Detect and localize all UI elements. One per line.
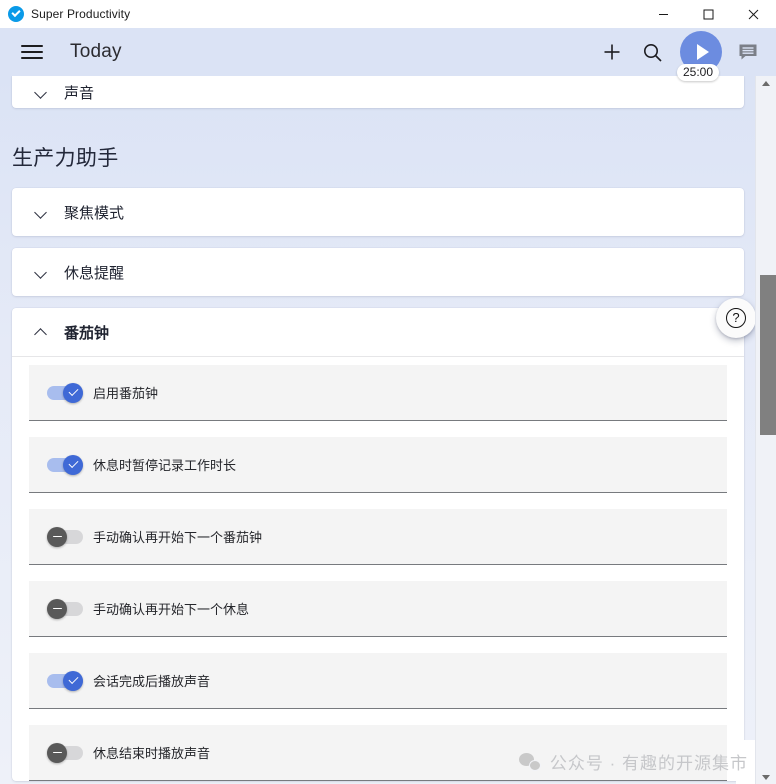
toggle-thumb-check-icon <box>63 454 83 475</box>
hamburger-menu-icon[interactable] <box>12 32 52 72</box>
setting-row-label: 休息时暂停记录工作时长 <box>93 458 237 473</box>
toggle-thumb-minus-icon <box>47 742 67 763</box>
help-button[interactable]: ? <box>716 298 756 338</box>
add-button[interactable] <box>592 32 632 72</box>
page-scrollbar[interactable] <box>755 76 776 784</box>
setting-row-label: 手动确认再开始下一个休息 <box>93 602 250 617</box>
card-header-focus-mode[interactable]: 聚焦模式 <box>12 188 744 236</box>
search-button[interactable] <box>632 32 672 72</box>
minimize-icon <box>659 13 668 15</box>
toggle-switch[interactable] <box>47 742 83 763</box>
toggle-switch[interactable] <box>47 670 83 691</box>
pomodoro-settings-list: 启用番茄钟休息时暂停记录工作时长手动确认再开始下一个番茄钟 手动确认再开始下一个休… <box>12 357 744 781</box>
chevron-up-icon <box>34 325 48 339</box>
toggle-switch[interactable] <box>47 526 83 547</box>
card-header-pomodoro[interactable]: 番茄钟 <box>12 308 744 356</box>
scrollbar-thumb[interactable] <box>760 275 776 435</box>
minimize-button[interactable] <box>641 0 686 28</box>
row-separator <box>29 709 727 725</box>
row-separator <box>29 637 727 653</box>
row-separator <box>29 493 727 509</box>
titlebar-left-group: Super Productivity <box>0 6 130 22</box>
search-icon <box>643 43 662 62</box>
setting-row[interactable]: 会话完成后播放声音 <box>29 653 727 709</box>
settings-card-pomodoro: 番茄钟 启用番茄钟休息时暂停记录工作时长手动确认再开始下一个番茄钟 手动确认再开始… <box>12 308 744 781</box>
maximize-icon <box>703 9 714 19</box>
watermark-backdrop <box>736 740 755 784</box>
scroll-up-arrow-icon[interactable] <box>756 76 776 90</box>
toggle-thumb-minus-icon <box>47 598 67 619</box>
setting-row[interactable]: 休息结束时播放声音 <box>29 725 727 781</box>
card-title-focus-mode: 聚焦模式 <box>64 204 125 222</box>
pomodoro-play-button[interactable]: 25:00 <box>676 28 726 81</box>
setting-row-label: 启用番茄钟 <box>93 386 159 401</box>
toggle-switch[interactable] <box>47 454 83 475</box>
settings-content: 声音 生产力助手 聚焦模式 休息提醒 番茄钟 启用番茄钟 休息时暂停记录工作时长… <box>0 76 756 784</box>
pomodoro-timer-badge: 25:00 <box>677 64 720 81</box>
window-controls <box>641 0 776 28</box>
app-title: Super Productivity <box>31 7 131 21</box>
toggle-switch[interactable] <box>47 382 83 403</box>
check-circle-icon <box>8 6 24 22</box>
app-toolbar: Today 25:00 <box>0 28 776 81</box>
toggle-thumb-minus-icon <box>47 526 67 547</box>
setting-row[interactable]: 启用番茄钟 <box>29 365 727 421</box>
card-header-sound[interactable]: 声音 <box>12 76 744 108</box>
scroll-down-arrow-icon[interactable] <box>756 770 776 784</box>
setting-row[interactable]: 手动确认再开始下一个休息 <box>29 581 727 637</box>
row-separator <box>29 565 727 581</box>
card-title-pomodoro: 番茄钟 <box>64 324 110 342</box>
card-title-break-reminder: 休息提醒 <box>64 264 125 282</box>
card-header-break-reminder[interactable]: 休息提醒 <box>12 248 744 296</box>
notes-button[interactable] <box>728 32 768 72</box>
chevron-down-icon <box>34 85 48 99</box>
maximize-button[interactable] <box>686 0 731 28</box>
notes-icon <box>739 44 757 60</box>
window-titlebar: Super Productivity <box>0 0 776 28</box>
settings-page: 声音 生产力助手 聚焦模式 休息提醒 番茄钟 启用番茄钟 休息时暂停记录工作时长… <box>0 76 776 784</box>
section-title-productivity-helper: 生产力助手 <box>12 147 119 170</box>
settings-card-break-reminder: 休息提醒 <box>12 248 744 296</box>
toggle-thumb-check-icon <box>63 670 83 691</box>
chevron-down-icon <box>34 265 48 279</box>
settings-card-focus-mode: 聚焦模式 <box>12 188 744 236</box>
chevron-down-icon <box>34 205 48 219</box>
application-window: Super Productivity Today 25:00 声音 生产力助手 … <box>0 0 776 784</box>
card-title-sound: 声音 <box>64 84 95 102</box>
page-title: Today <box>70 41 122 62</box>
setting-row[interactable]: 手动确认再开始下一个番茄钟 <box>29 509 727 565</box>
setting-row-label: 会话完成后播放声音 <box>93 674 211 689</box>
toggle-thumb-check-icon <box>63 382 83 403</box>
help-question-icon: ? <box>726 308 746 328</box>
setting-row[interactable]: 休息时暂停记录工作时长 <box>29 437 727 493</box>
settings-card-sound: 声音 <box>12 76 744 108</box>
plus-icon <box>604 44 620 60</box>
row-separator <box>29 421 727 437</box>
setting-row-label: 休息结束时播放声音 <box>93 746 211 761</box>
close-icon <box>748 9 759 19</box>
close-button[interactable] <box>731 0 776 28</box>
setting-row-label: 手动确认再开始下一个番茄钟 <box>93 530 263 545</box>
toggle-switch[interactable] <box>47 598 83 619</box>
